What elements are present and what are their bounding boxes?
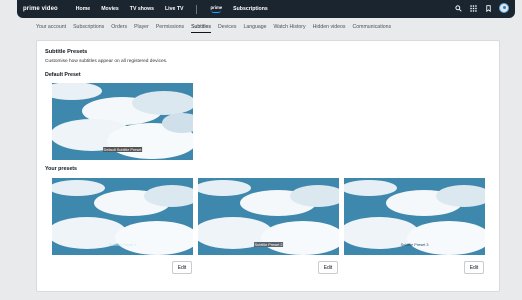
tab-subtitles[interactable]: Subtitles [191, 24, 211, 33]
main-nav: Home Movies TV shows Live TV prime Subsc… [76, 4, 268, 14]
nav-home[interactable]: Home [76, 6, 90, 12]
preset-3-preview: Subtitle Preset 3 [344, 178, 485, 255]
preset-2-preview: Subtitle Preset 2 [198, 178, 339, 255]
tab-hidden-videos[interactable]: Hidden videos [313, 24, 346, 33]
tab-permissions[interactable]: Permissions [156, 24, 184, 33]
grid-menu-icon[interactable] [469, 4, 477, 12]
top-navigation-bar: prime video Home Movies TV shows Live TV… [17, 0, 515, 18]
preset-3-caption: Subtitle Preset 3 [400, 242, 429, 247]
default-preset-preview: Default Subtitle Preset [52, 83, 193, 160]
your-presets-heading: Your presets [45, 166, 77, 172]
edit-preset-1-button[interactable]: Edit [172, 261, 192, 274]
tab-subscriptions[interactable]: Subscriptions [73, 24, 104, 33]
prime-wordmark: prime [210, 4, 223, 10]
prime-subscriptions-logo[interactable]: prime [210, 4, 223, 13]
tab-watch-history[interactable]: Watch History [274, 24, 306, 33]
tab-orders[interactable]: Orders [111, 24, 127, 33]
nav-tv-shows[interactable]: TV shows [130, 6, 154, 12]
tab-player[interactable]: Player [134, 24, 149, 33]
profile-avatar[interactable] [499, 3, 509, 13]
default-preset-heading: Default Preset [45, 72, 81, 78]
edit-preset-3-button[interactable]: Edit [464, 261, 484, 274]
header-actions [454, 3, 509, 13]
tab-your-account[interactable]: Your account [36, 24, 66, 33]
preset-1-preview: Subtitle Preset 1 [52, 178, 193, 255]
preset-1-caption: Subtitle Preset 1 [108, 242, 137, 247]
tab-devices[interactable]: Devices [218, 24, 236, 33]
account-tabs: Your account Subscriptions Orders Player… [36, 24, 391, 33]
search-icon[interactable] [454, 4, 462, 12]
edit-preset-2-button[interactable]: Edit [318, 261, 338, 274]
prime-smile-icon [211, 10, 222, 13]
default-subtitle-caption: Default Subtitle Preset [102, 147, 143, 152]
nav-live-tv[interactable]: Live TV [165, 6, 183, 12]
preset-2-caption: Subtitle Preset 2 [253, 242, 284, 247]
watchlist-bookmark-icon[interactable] [484, 4, 492, 12]
nav-subscriptions[interactable]: Subscriptions [233, 6, 268, 12]
tab-communications[interactable]: Communications [353, 24, 392, 33]
nav-movies[interactable]: Movies [101, 6, 119, 12]
page-description: Customise how subtitles appear on all re… [45, 59, 168, 64]
tab-language[interactable]: Language [243, 24, 266, 33]
prime-video-logo[interactable]: prime video [23, 6, 58, 12]
page-title: Subtitle Presets [45, 49, 88, 55]
nav-divider [196, 4, 198, 14]
subtitle-presets-panel: Subtitle Presets Customise how subtitles… [36, 40, 500, 292]
